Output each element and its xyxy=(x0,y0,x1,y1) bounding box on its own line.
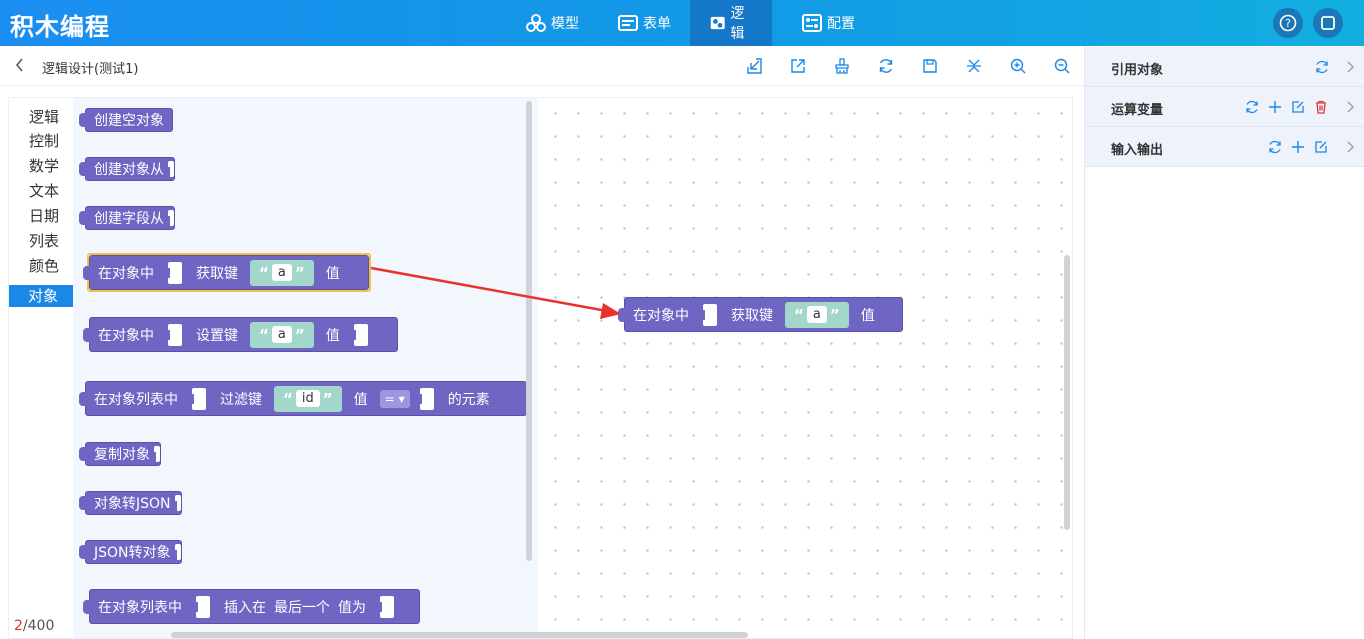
editor-toolbar: 逻辑设计(测试1) xyxy=(0,46,1084,86)
variables-panel: 引用对象 运算变量 输入输出 xyxy=(1084,46,1364,639)
breadcrumb: 逻辑设计(测试1) xyxy=(42,62,139,77)
add-icon[interactable] xyxy=(1268,100,1282,114)
help-button[interactable]: ? xyxy=(1273,8,1303,38)
logic-icon xyxy=(710,16,725,30)
chevron-right-icon[interactable] xyxy=(1343,140,1357,154)
edit-icon[interactable] xyxy=(1291,100,1305,114)
block-count-total: /400 xyxy=(22,618,55,634)
form-icon xyxy=(618,15,638,31)
app-title: 积木编程 xyxy=(10,13,110,41)
tab-model-label: 模型 xyxy=(551,16,579,32)
refresh-icon[interactable] xyxy=(1315,60,1329,74)
export-icon[interactable] xyxy=(790,58,806,74)
chevron-right-icon[interactable] xyxy=(1343,60,1357,74)
chevron-right-icon[interactable] xyxy=(1343,100,1357,114)
block-counter: 2/400 xyxy=(14,618,54,634)
tab-form[interactable]: 表单 xyxy=(598,0,691,46)
workspace-horizontal-scrollbar[interactable] xyxy=(171,632,748,638)
tab-form-label: 表单 xyxy=(643,16,671,32)
tab-config-label: 配置 xyxy=(827,16,855,32)
workspace-vertical-scrollbar[interactable] xyxy=(1064,255,1070,530)
fullscreen-icon xyxy=(1321,16,1335,30)
blockly-workspace[interactable]: 逻辑 控制 数学 文本 日期 列表 颜色 对象 创建空对象 创建对象从 创建字段… xyxy=(8,97,1073,639)
zoom-out-icon[interactable] xyxy=(1054,58,1070,74)
tab-logic[interactable]: 逻辑 xyxy=(690,0,772,46)
section-title: 引用对象 xyxy=(1111,63,1164,78)
collapse-icon[interactable] xyxy=(966,58,982,74)
section-title: 运算变量 xyxy=(1111,103,1164,118)
block-count-used: 2 xyxy=(14,618,23,634)
refresh-icon[interactable] xyxy=(878,58,894,74)
section-title: 输入输出 xyxy=(1111,143,1164,158)
zoom-in-icon[interactable] xyxy=(1010,58,1026,74)
section-computed-variables[interactable]: 运算变量 xyxy=(1085,87,1364,127)
refresh-icon[interactable] xyxy=(1268,140,1282,154)
delete-icon[interactable] xyxy=(1314,100,1328,114)
config-icon xyxy=(802,14,822,32)
tab-logic-label: 逻辑 xyxy=(730,6,745,42)
svg-text:?: ? xyxy=(1285,17,1291,30)
annotation-arrow xyxy=(370,266,621,319)
section-input-output[interactable]: 输入输出 xyxy=(1085,127,1364,167)
back-icon[interactable] xyxy=(14,57,26,73)
tab-model[interactable]: 模型 xyxy=(506,0,599,46)
model-icon xyxy=(526,14,546,32)
section-referenced-objects[interactable]: 引用对象 xyxy=(1085,47,1364,87)
top-bar: 积木编程 模型 表单 逻辑 配置 ? xyxy=(0,0,1364,46)
import-icon[interactable] xyxy=(747,58,763,74)
tab-config[interactable]: 配置 xyxy=(782,0,875,46)
refresh-icon[interactable] xyxy=(1245,100,1259,114)
clean-icon[interactable] xyxy=(834,58,850,74)
fullscreen-button[interactable] xyxy=(1313,8,1343,38)
add-icon[interactable] xyxy=(1291,140,1305,154)
edit-icon[interactable] xyxy=(1314,140,1328,154)
save-icon[interactable] xyxy=(922,58,938,74)
help-icon: ? xyxy=(1279,14,1297,32)
